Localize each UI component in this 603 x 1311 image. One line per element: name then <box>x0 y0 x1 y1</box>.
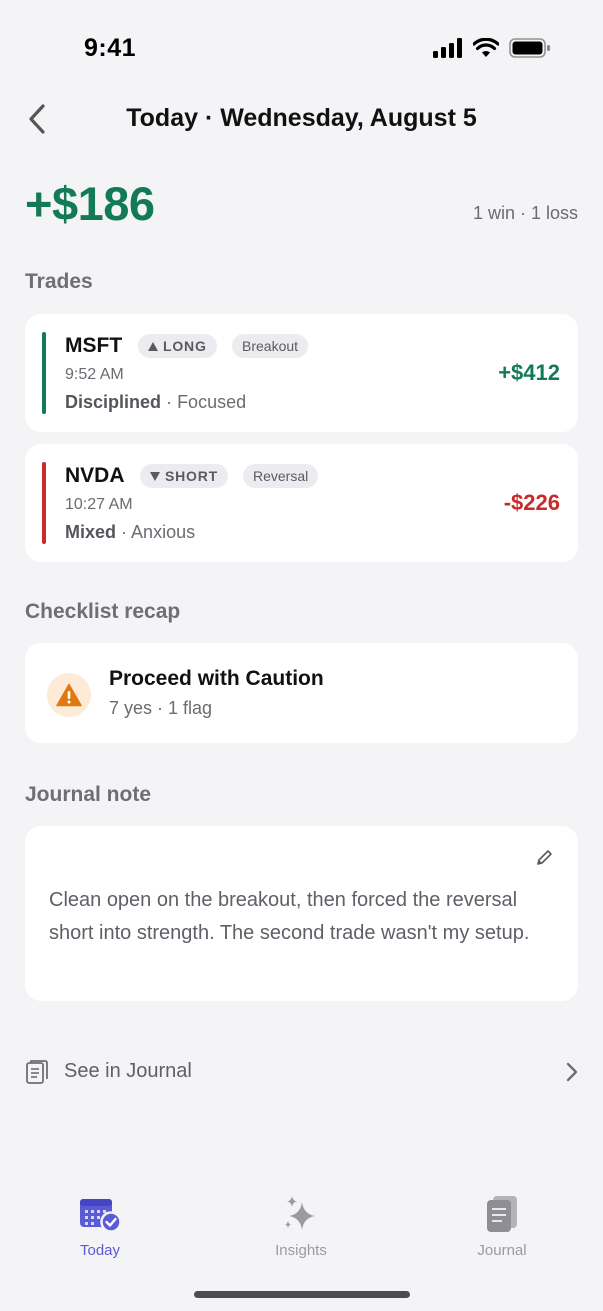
page-title: Today · Wednesday, August 5 <box>126 104 477 132</box>
status-bar: 9:41 <box>0 0 603 96</box>
calendar-check-icon <box>80 1199 122 1233</box>
checklist-recap-card[interactable]: Proceed with Caution 7 yes · 1 flag <box>25 643 578 743</box>
journal-note-text: Clean open on the breakout, then forced … <box>49 889 530 944</box>
wifi-icon <box>473 38 499 57</box>
setup-label: Breakout <box>242 338 299 354</box>
see-in-journal-label: See in Journal <box>64 1060 192 1082</box>
direction-chip: SHORT <box>140 464 228 488</box>
setup-chip: Reversal <box>243 464 319 488</box>
tab-label-journal: Journal <box>477 1242 527 1259</box>
signal-icon <box>433 38 462 58</box>
daily-pnl: +$186 <box>25 177 155 230</box>
triangle-down-icon <box>150 471 160 481</box>
setup-chip: Breakout <box>232 334 309 358</box>
trade-ticker: NVDA <box>65 464 125 487</box>
trade-tags: Disciplined · Focused <box>65 392 246 413</box>
setup-label: Reversal <box>253 468 309 484</box>
triangle-up-icon <box>148 341 158 351</box>
tab-today[interactable]: Today <box>40 1192 160 1262</box>
see-in-journal-link[interactable]: See in Journal <box>25 1055 578 1089</box>
mood-tag: Anxious <box>131 522 196 542</box>
document-icon <box>26 1060 48 1084</box>
trade-pnl: -$226 <box>503 490 560 515</box>
win-loss-record: 1 win · 1 loss <box>472 203 578 223</box>
status-time: 9:41 <box>84 34 137 62</box>
edit-note-button[interactable] <box>532 846 556 870</box>
chevron-right-icon <box>566 1062 578 1082</box>
trade-ticker: MSFT <box>65 334 123 357</box>
discipline-tag: Mixed <box>65 522 117 542</box>
nav-bar: Today · Wednesday, August 5 <box>0 96 603 142</box>
tab-icon-wrap <box>78 1192 122 1236</box>
direction-label: SHORT <box>165 468 218 484</box>
discipline-tag: Disciplined <box>65 392 162 412</box>
battery-icon <box>509 38 550 58</box>
section-label-checklist: Checklist recap <box>25 600 181 623</box>
tab-journal[interactable]: Journal <box>442 1192 562 1262</box>
tab-icon-wrap <box>283 1192 319 1236</box>
trade-card-msft[interactable]: MSFT LONG Breakout 9:52 AM Disciplined ·… <box>25 314 578 432</box>
tag-separator: · <box>166 392 173 412</box>
trade-tags: Mixed · Anxious <box>65 522 195 543</box>
tab-insights[interactable]: Insights <box>241 1192 361 1262</box>
section-label-trades: Trades <box>25 270 93 293</box>
checklist-title: Proceed with Caution <box>109 667 324 690</box>
section-label-journal: Journal note <box>25 783 152 806</box>
direction-label: LONG <box>163 338 207 354</box>
trade-card-nvda[interactable]: NVDA SHORT Reversal 10:27 AM Mixed · Anx… <box>25 444 578 562</box>
trade-time: 9:52 AM <box>65 366 124 383</box>
journal-note-card: Clean open on the breakout, then forced … <box>25 826 578 1001</box>
tab-label-insights: Insights <box>275 1242 327 1259</box>
sparkles-icon <box>285 1196 315 1230</box>
mood-tag: Focused <box>177 392 247 412</box>
tab-label-today: Today <box>79 1242 121 1259</box>
status-icons <box>433 38 551 58</box>
tag-separator: · <box>121 522 128 542</box>
trade-result-bar <box>42 332 46 414</box>
trade-result-bar <box>42 462 46 544</box>
tab-bar: Today Insights Journal <box>0 1180 603 1270</box>
trade-pnl: +$412 <box>498 360 560 385</box>
direction-chip: LONG <box>138 334 217 358</box>
trade-time: 10:27 AM <box>65 496 133 513</box>
checklist-summary: 7 yes · 1 flag <box>109 698 213 718</box>
document-icon <box>487 1196 517 1232</box>
tab-icon-wrap <box>485 1192 519 1236</box>
warning-icon <box>56 683 82 707</box>
warning-badge <box>47 673 91 717</box>
pencil-icon <box>537 850 552 865</box>
home-indicator <box>194 1291 410 1298</box>
